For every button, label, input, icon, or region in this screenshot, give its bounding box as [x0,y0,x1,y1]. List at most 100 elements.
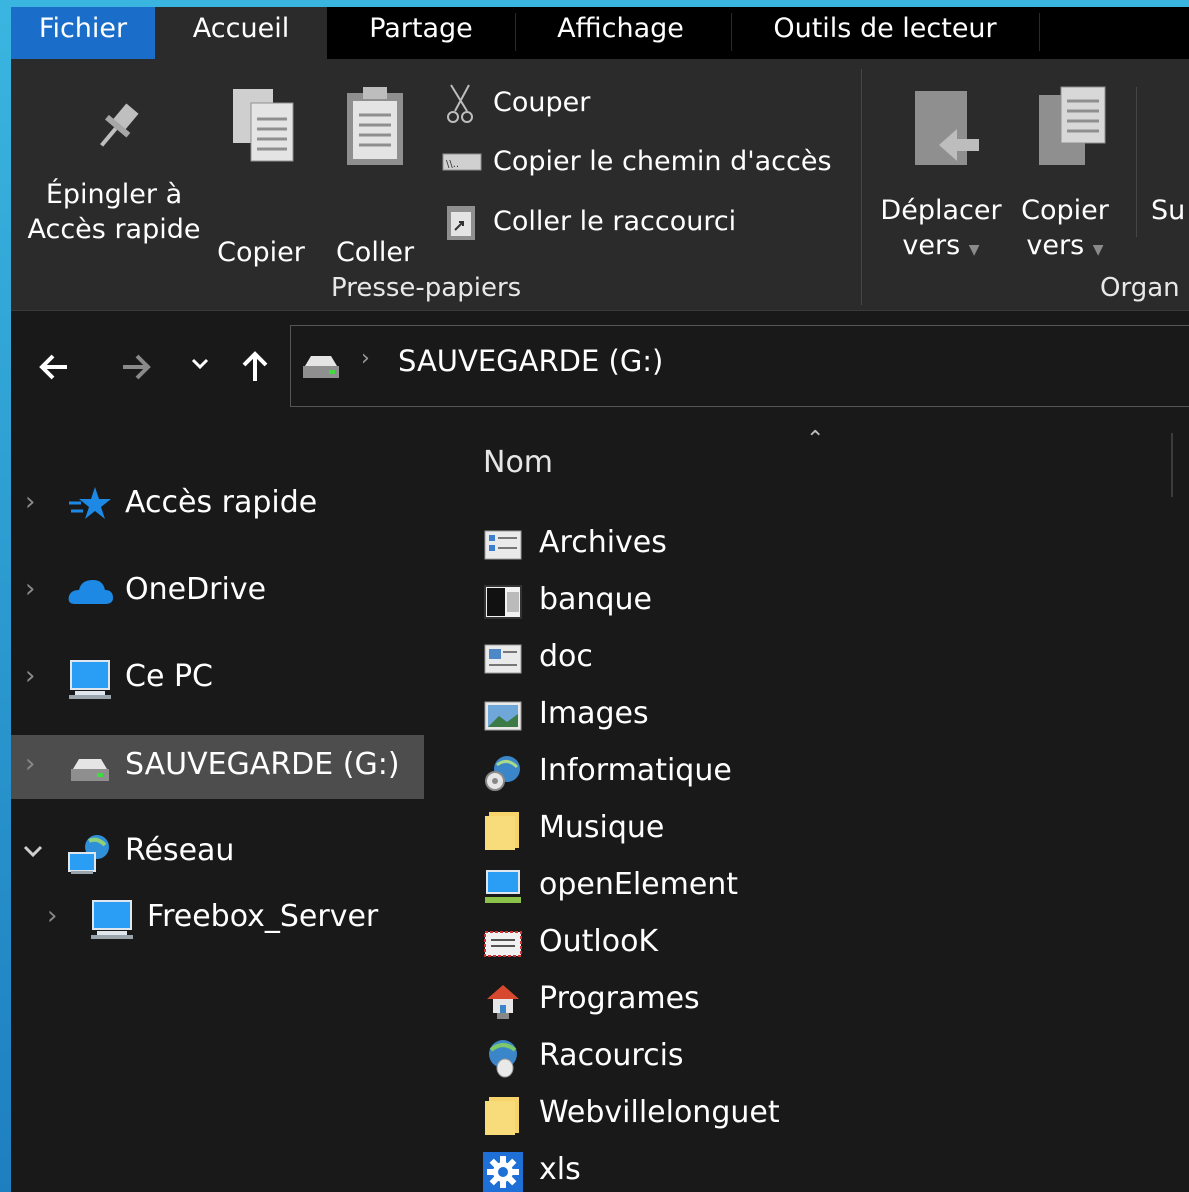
list-item[interactable]: xls [483,1146,1183,1192]
paste-shortcut-button[interactable]: Coller le raccourci [439,200,839,244]
tree-label: Réseau [125,833,235,868]
chevron-right-icon[interactable]: › [25,749,35,779]
pin-icon [100,103,139,147]
list-item[interactable]: Informatique [483,747,1183,799]
chevron-down-icon[interactable] [189,353,211,375]
address-bar[interactable]: › SAUVEGARDE (G:) [290,325,1189,407]
tree-item-quick-access[interactable]: › Accès rapide [11,473,424,537]
cut-button[interactable]: Couper [439,81,839,125]
move-to-icon [915,91,979,165]
item-label: Archives [539,525,667,560]
copy-path-label: Copier le chemin d'accès [493,146,832,177]
scissors-icon [447,84,473,123]
document-icon [484,644,522,674]
house-icon [487,985,519,1019]
tree-label: Ce PC [125,659,213,694]
list-icon [484,530,522,560]
chevron-right-icon[interactable]: › [47,901,57,931]
explorer-window: Fichier Accueil Partage Affichage Outils… [11,7,1189,1192]
item-label: banque [539,582,652,617]
computer-icon [69,660,111,699]
tree-item-freebox-server[interactable]: › Freebox_Server [11,887,424,951]
drive-icon [303,356,339,378]
arrow-up-icon[interactable] [235,347,275,387]
ribbon-divider [1136,87,1137,237]
arrow-right-icon[interactable] [115,347,155,387]
chevron-right-icon[interactable]: › [25,574,35,604]
pin-label-line1: Épingler à [45,179,183,210]
chevron-right-icon[interactable]: › [25,487,35,517]
copy-button[interactable]: Copier [209,85,313,268]
item-label: Informatique [539,753,732,788]
copy-to-button[interactable]: Copier vers ▼ [1009,83,1121,261]
paste-shortcut-label: Coller le raccourci [493,206,737,237]
copy-to-label-line1: Copier [1021,195,1109,226]
sort-ascending-icon: ⌃ [806,427,825,452]
list-item[interactable]: Racourcis [483,1032,1183,1084]
list-item[interactable]: Musique [483,804,1183,856]
tab-partage[interactable]: Partage [327,7,515,59]
list-item[interactable]: doc [483,633,1183,685]
pin-quick-access-button[interactable]: Épingler à Accès rapide [19,93,209,263]
tree-item-sauvegarde[interactable]: › SAUVEGARDE (G:) [11,735,424,799]
path-icon: \\.. [442,153,482,171]
item-label: Webvillelonguet [539,1095,780,1130]
tab-affichage[interactable]: Affichage [516,7,725,59]
list-item[interactable]: Programes [483,975,1183,1027]
tree-item-ce-pc[interactable]: › Ce PC [11,647,424,711]
clipboard-icon [347,87,403,165]
move-to-label-line2: vers [902,230,961,261]
tab-fichier[interactable]: Fichier [11,7,155,59]
chevron-down-icon: ▼ [1092,242,1104,258]
copy-path-button[interactable]: \\.. Copier le chemin d'accès [439,140,849,184]
item-label: Musique [539,810,665,845]
copy-label: Copier [217,237,305,268]
chevron-down-icon[interactable] [21,843,45,861]
tab-accueil[interactable]: Accueil [155,7,327,59]
item-label: Programes [539,981,700,1016]
move-to-button[interactable]: Déplacer vers ▼ [875,83,1007,261]
gear-icon [483,1152,523,1192]
item-label: Images [539,696,649,731]
list-item[interactable]: Archives [483,519,1183,571]
mail-icon [484,931,522,957]
tree-label: OneDrive [125,572,267,607]
tree-item-reseau[interactable]: Réseau [11,821,424,885]
paste-label: Coller [335,237,415,268]
move-to-label-line1: Déplacer [880,195,1002,226]
list-item[interactable]: openElement [483,861,1183,913]
network-icon [68,835,109,874]
tree-item-onedrive[interactable]: › OneDrive [11,560,424,624]
cut-label: Couper [493,87,591,118]
globe-gear-icon [485,756,520,791]
navigation-pane: › Accès rapide › OneDrive › Ce PC › SAUV… [11,423,428,1192]
arrow-left-icon[interactable] [35,347,75,387]
copy-to-icon [1039,86,1106,165]
monitor-icon [485,870,521,903]
breadcrumb-separator-icon: › [361,346,370,371]
delete-button[interactable]: Su [1151,193,1189,228]
item-label: doc [539,639,593,674]
list-item[interactable]: Images [483,690,1183,742]
column-divider[interactable] [1171,433,1173,497]
tab-outils-de-lecteur[interactable]: Outils de lecteur [733,7,1037,59]
breadcrumb[interactable]: SAUVEGARDE (G:) [398,344,663,378]
list-item[interactable]: Webvillelonguet [483,1089,1183,1141]
item-label: OutlooK [539,924,659,959]
ribbon-tabs: Fichier Accueil Partage Affichage Outils… [11,7,1189,59]
computer-icon [91,900,133,939]
folder-icon [485,1097,519,1135]
list-item[interactable]: banque [483,576,1183,628]
list-item[interactable]: OutlooK [483,918,1183,970]
chevron-right-icon[interactable]: › [25,661,35,691]
item-label: openElement [539,867,739,902]
film-icon [484,585,522,619]
paste-button[interactable]: Coller [327,85,423,268]
navigation-bar: › SAUVEGARDE (G:) [11,311,1189,423]
column-header-name[interactable]: Nom [483,445,553,480]
paste-shortcut-icon [447,206,475,240]
cloud-icon [68,580,113,604]
folder-icon [485,812,519,850]
item-label: Racourcis [539,1038,684,1073]
chevron-down-icon: ▼ [968,242,980,258]
